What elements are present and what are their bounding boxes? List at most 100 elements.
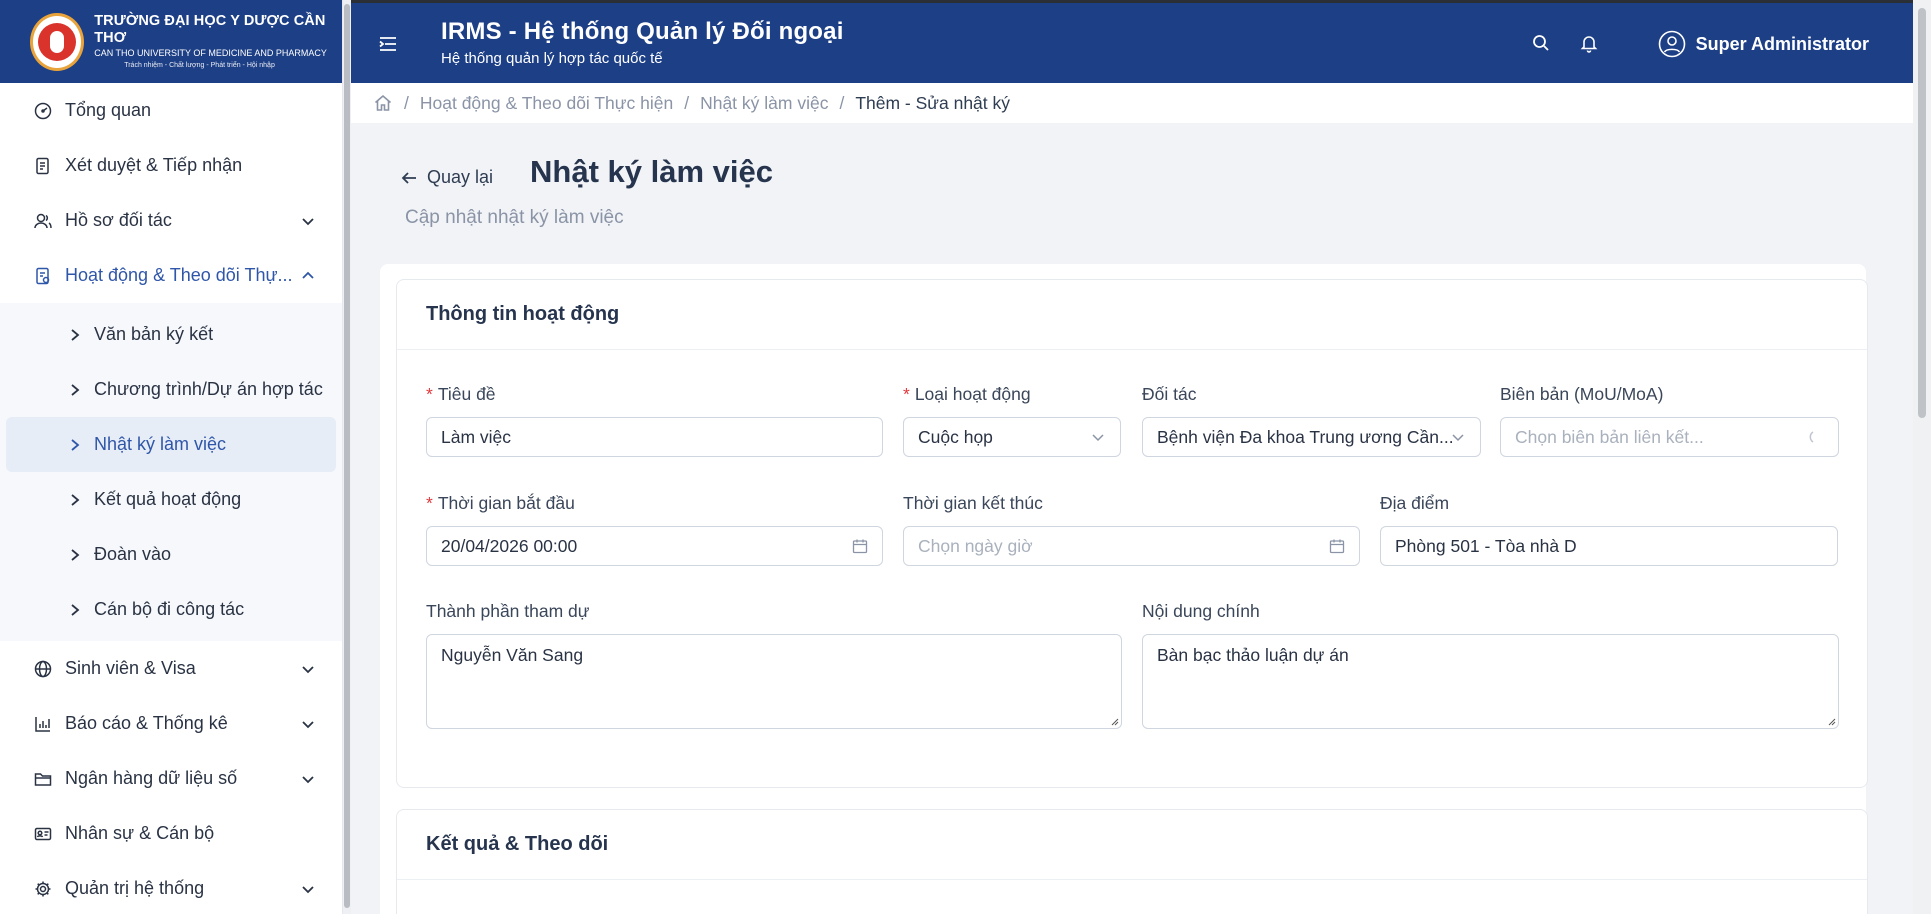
globe-icon [33,659,53,679]
required-marker: * [903,384,910,404]
approval-icon [33,156,53,176]
sidebar-item-label: Hoạt động & Theo dõi Thự... [65,265,293,285]
start-time-picker[interactable]: 20/04/2026 00:00 [426,526,883,566]
title-label-text: Tiêu đề [437,384,496,404]
sidebar-nav: Tổng quan Xét duyệt & Tiếp nhận Hồ sơ đố… [0,83,342,914]
submenu-item-label: Kết quả hoạt động [94,489,242,509]
sidebar-item-label: Xét duyệt & Tiếp nhận [65,155,243,175]
section-title: Thông tin hoạt động [397,280,1867,350]
chevron-down-icon [1092,434,1104,442]
page-scrollbar[interactable] [1913,0,1931,914]
activity-type-value: Cuộc họp [918,426,993,447]
dashboard-icon [33,101,53,121]
brand-header: TRƯỜNG ĐẠI HỌC Y DƯỢC CẦN THƠ CAN THO UN… [0,0,342,83]
breadcrumb: / Hoạt động & Theo dõi Thực hiện / Nhật … [351,83,1913,123]
activity-type-label-text: Loại hoạt động [914,384,1031,404]
app-subtitle: Hệ thống quản lý hợp tác quốc tế [441,50,663,67]
sidebar-item-digital-data[interactable]: Ngân hàng dữ liệu số [0,751,342,806]
sidebar-item-staff[interactable]: Nhân sự & Cán bộ [0,806,342,861]
search-icon[interactable] [1531,33,1551,53]
minutes-select[interactable]: Chọn biên bản liên kết... [1500,417,1839,457]
content-textarea[interactable]: Bàn bạc thảo luận dự án [1142,634,1839,729]
activities-submenu: Văn bản ký kết Chương trình/Dự án hợp tá… [0,303,342,641]
content-value: Bàn bạc thảo luận dự án [1157,645,1349,665]
section-title: Kết quả & Theo dõi [397,810,1867,880]
sidebar-item-reports[interactable]: Báo cáo & Thống kê [0,696,342,751]
sidebar-item-system-admin[interactable]: Quản trị hệ thống [0,861,342,914]
chevron-down-icon [302,885,314,893]
folder-icon [33,769,53,789]
bell-icon[interactable] [1579,33,1599,53]
end-time-picker[interactable]: Chọn ngày giờ [903,526,1360,566]
sidebar-item-label: Ngân hàng dữ liệu số [65,768,238,788]
home-icon[interactable] [373,93,393,113]
start-time-label: * Thời gian bắt đầu [426,493,575,514]
resize-grip-icon[interactable] [1826,716,1836,726]
chevron-down-icon [302,720,314,728]
menu-toggle-icon[interactable] [377,33,399,55]
back-button-label: Quay lại [427,167,494,187]
app-title: IRMS - Hệ thống Quản lý Đối ngoại [441,18,844,45]
sidebar-scrollbar-thumb[interactable] [344,4,350,908]
submenu-item-label: Cán bộ đi công tác [94,599,245,619]
required-marker: * [426,384,433,404]
sidebar-item-activities[interactable]: Hoạt động & Theo dõi Thự... [0,248,342,303]
location-label: Địa điểm [1380,493,1450,513]
sidebar-scrollbar[interactable] [343,0,351,914]
submenu-item-agreements[interactable]: Văn bản ký kết [0,307,342,362]
participants-textarea[interactable]: Nguyễn Văn Sang [426,634,1122,729]
activity-type-label: * Loại hoạt động [903,384,1031,405]
title-input[interactable]: Làm việc [426,417,883,457]
start-time-value: 20/04/2026 00:00 [441,535,578,556]
sidebar-item-students-visa[interactable]: Sinh viên & Visa [0,641,342,696]
partner-select[interactable]: Bệnh viện Đa khoa Trung ương Cần... [1142,417,1481,457]
submenu-item-label: Chương trình/Dự án hợp tác [94,379,323,399]
content-label: Nội dung chính [1142,601,1260,621]
brand-english-name: CAN THO UNIVERSITY OF MEDICINE AND PHARM… [94,48,327,59]
brand-slogan: Trách nhiệm - Chất lượng - Phát triển - … [124,61,275,69]
breadcrumb-activities[interactable]: Hoạt động & Theo dõi Thực hiện [420,93,673,114]
resize-grip-icon[interactable] [1109,716,1119,726]
sidebar-item-label: Tổng quan [65,100,152,120]
submenu-item-programs[interactable]: Chương trình/Dự án hợp tác [0,362,342,417]
chevron-down-icon [1452,434,1464,442]
breadcrumb-separator: / [684,92,690,113]
sidebar-item-label: Báo cáo & Thống kê [65,713,228,733]
submenu-item-results[interactable]: Kết quả hoạt động [0,472,342,527]
location-input[interactable]: Phòng 501 - Tòa nhà D [1380,526,1838,566]
user-menu[interactable]: Super Administrator [1658,30,1869,58]
sidebar-item-overview[interactable]: Tổng quan [0,83,342,138]
required-marker: * [426,493,433,513]
sidebar-item-partners[interactable]: Hồ sơ đối tác [0,193,342,248]
partner-label: Đối tác [1142,384,1197,404]
end-time-label: Thời gian kết thúc [903,493,1043,513]
activity-info-card: Thông tin hoạt động * Tiêu đề Làm việc * L… [396,279,1868,788]
activity-type-select[interactable]: Cuộc họp [903,417,1121,457]
submenu-item-business-trips[interactable]: Cán bộ đi công tác [0,582,342,637]
user-name: Super Administrator [1695,33,1869,54]
user-avatar-icon [1658,30,1685,58]
activity-icon [33,266,53,286]
participants-value: Nguyễn Văn Sang [441,645,584,665]
sidebar-item-approval[interactable]: Xét duyệt & Tiếp nhận [0,138,342,193]
chevron-down-icon [302,217,314,225]
start-time-label-text: Thời gian bắt đầu [437,493,575,513]
breadcrumb-separator: / [839,92,845,113]
top-header: IRMS - Hệ thống Quản lý Đối ngoại Hệ thố… [351,0,1913,83]
chevron-up-icon [302,271,314,279]
page-scrollbar-thumb[interactable] [1918,8,1926,418]
submenu-item-work-log[interactable]: Nhật ký làm việc [6,417,336,472]
participants-label: Thành phần tham dự [426,601,590,621]
minutes-placeholder: Chọn biên bản liên kết... [1515,426,1704,447]
breadcrumb-current: Thêm - Sửa nhật ký [855,92,1011,113]
calendar-icon [1329,539,1345,554]
calendar-icon [852,539,868,554]
back-button[interactable]: Quay lại [400,167,493,188]
submenu-item-incoming-delegations[interactable]: Đoàn vào [0,527,342,582]
chart-icon [33,714,53,734]
breadcrumb-work-log[interactable]: Nhật ký làm việc [700,93,828,114]
chevron-right-icon [71,438,80,451]
submenu-item-label: Nhật ký làm việc [94,434,227,454]
partner-value: Bệnh viện Đa khoa Trung ương Cần... [1157,426,1454,447]
page-title: Nhật ký làm việc [530,154,773,189]
